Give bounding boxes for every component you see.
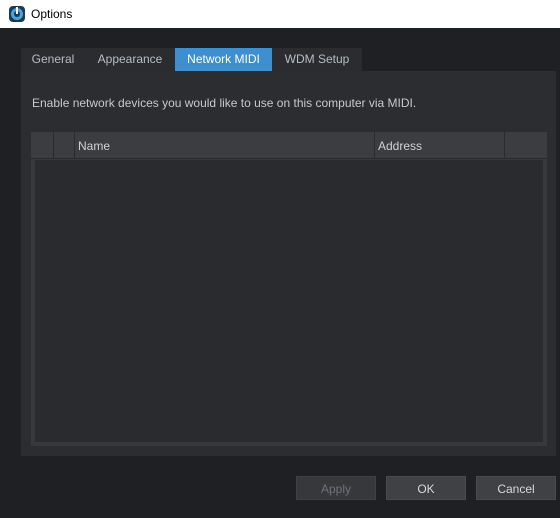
tab-general[interactable]: General [21, 48, 85, 71]
column-header-name[interactable]: Name [75, 132, 375, 158]
tab-network-midi[interactable]: Network MIDI [175, 48, 272, 71]
apply-button[interactable]: Apply [296, 476, 376, 500]
options-dialog: Options General Appearance Network MIDI … [0, 0, 560, 518]
table-header: Name Address [31, 132, 547, 159]
column-header-status[interactable] [54, 132, 75, 158]
title-bar: Options [0, 0, 560, 28]
studio-one-icon [9, 6, 25, 22]
cancel-button[interactable]: Cancel [476, 476, 556, 500]
device-table: Name Address [31, 132, 547, 446]
tab-wdm-setup[interactable]: WDM Setup [272, 48, 362, 71]
tab-appearance[interactable]: Appearance [85, 48, 175, 71]
device-list[interactable] [35, 160, 543, 442]
network-midi-panel: Enable network devices you would like to… [21, 71, 556, 456]
column-header-enable[interactable] [31, 132, 54, 158]
instructions-text: Enable network devices you would like to… [32, 96, 417, 110]
window-title: Options [31, 7, 73, 21]
column-header-address[interactable]: Address [375, 132, 505, 158]
ok-button[interactable]: OK [386, 476, 466, 500]
